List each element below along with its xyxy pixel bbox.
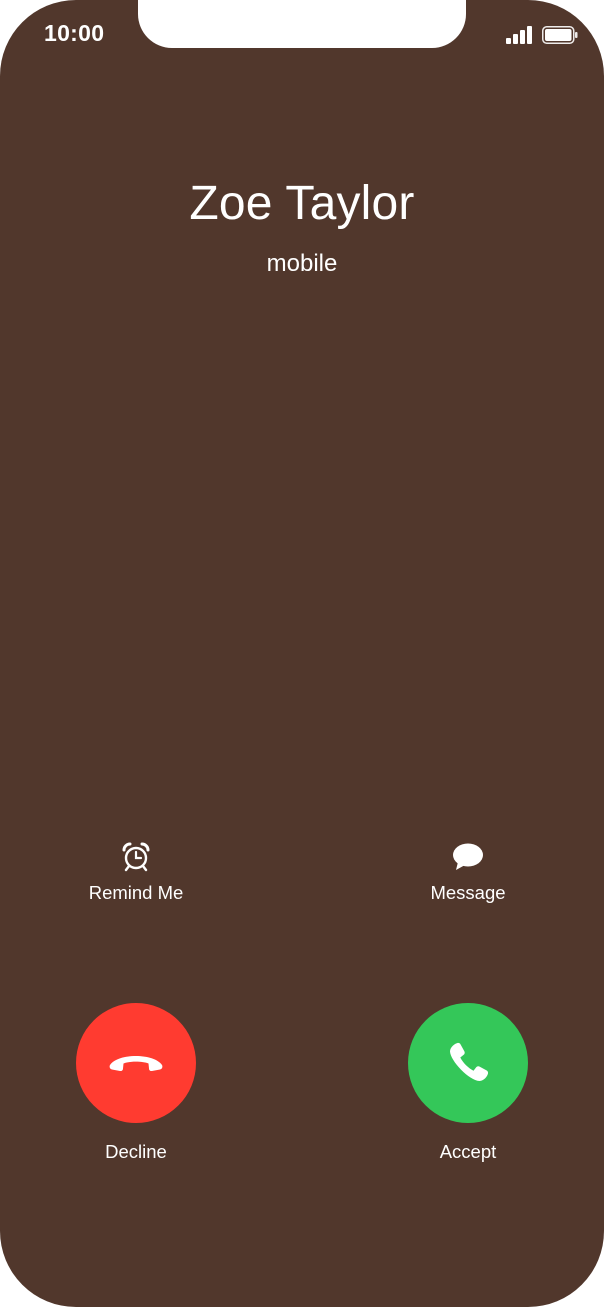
- remind-me-label: Remind Me: [88, 882, 184, 903]
- caller-name: Zoe Taylor: [189, 177, 415, 230]
- decline-button[interactable]: [76, 1003, 196, 1123]
- message-button[interactable]: Message: [388, 842, 548, 904]
- cellular-signal-icon: [506, 26, 532, 44]
- remind-me-button[interactable]: Remind Me: [56, 842, 216, 904]
- status-icons: [506, 26, 578, 44]
- notch: [138, 0, 466, 48]
- status-time: 10:00: [44, 20, 105, 46]
- accept-button[interactable]: [408, 1003, 528, 1123]
- accept-label: Accept: [439, 1141, 497, 1162]
- battery-icon: [542, 26, 578, 44]
- speech-bubble-icon: [453, 843, 483, 870]
- decline-label: Decline: [105, 1141, 167, 1162]
- phone-hangup-icon: [109, 1056, 163, 1072]
- incoming-call-screen: 10:00 Zoe Taylor mobile Remind Me Messag…: [0, 0, 604, 1307]
- phone-icon: [450, 1042, 489, 1081]
- caller-number-label: mobile: [266, 250, 338, 277]
- alarm-clock-icon: [122, 842, 150, 872]
- message-label: Message: [430, 882, 506, 903]
